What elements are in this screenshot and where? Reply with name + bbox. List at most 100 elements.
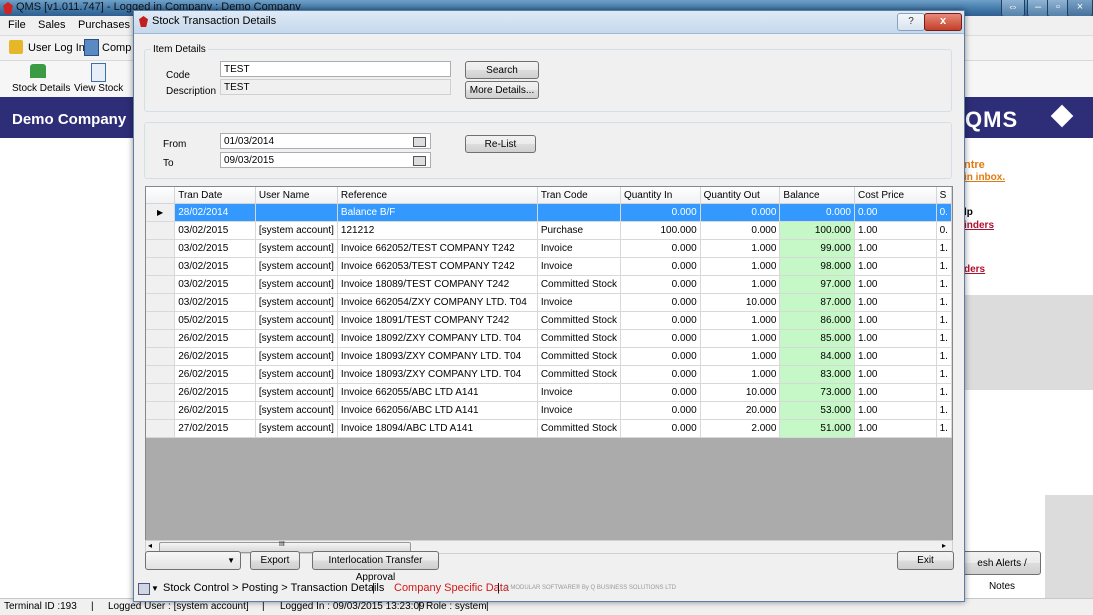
reminders-link[interactable]: inders (964, 220, 994, 231)
table-cell[interactable]: Committed Stock (537, 365, 621, 384)
table-cell[interactable]: Purchase (537, 221, 621, 240)
user-login-button[interactable]: User Log In (28, 42, 85, 54)
table-cell[interactable]: Invoice 662056/ABC LTD A141 (337, 401, 538, 420)
table-cell[interactable]: Committed Stock (537, 329, 621, 348)
table-cell[interactable] (537, 203, 621, 222)
table-cell[interactable]: 0.000 (620, 257, 701, 276)
column-header[interactable]: Tran Date (174, 187, 256, 204)
table-cell[interactable]: 97.000 (779, 275, 855, 294)
column-header[interactable]: Cost Price (854, 187, 937, 204)
relist-button[interactable]: Re-List (465, 135, 536, 153)
table-cell[interactable]: [system account] (255, 221, 338, 240)
table-cell[interactable]: 1. (936, 293, 952, 312)
table-row[interactable]: 27/02/2015 [system account] Invoice 18094/… (146, 419, 952, 438)
column-header[interactable]: Tran Code (537, 187, 621, 204)
menu-sales[interactable]: Sales (38, 19, 66, 31)
table-cell[interactable]: 1. (936, 329, 952, 348)
table-cell[interactable]: Committed Stock (537, 311, 621, 330)
table-cell[interactable]: 1.00 (854, 419, 937, 438)
table-row[interactable]: 26/02/2015 [system account] Invoice 18093/… (146, 365, 952, 384)
interlocation-transfer-button[interactable]: Interlocation Transfer Approval (312, 551, 439, 583)
menu-file[interactable]: File (8, 19, 26, 31)
table-cell[interactable]: 121212 (337, 221, 538, 240)
table-cell[interactable]: Invoice 18093/ZXY COMPANY LTD. T04 (337, 347, 538, 366)
table-cell[interactable]: 03/02/2015 (174, 257, 256, 276)
inbox-link[interactable]: in inbox. (964, 172, 1005, 183)
row-header[interactable] (146, 257, 176, 276)
table-cell[interactable]: 1. (936, 401, 952, 420)
table-cell[interactable]: Invoice (537, 383, 621, 402)
table-cell[interactable]: [system account] (255, 257, 338, 276)
table-row[interactable]: 03/02/2015 [system account] Invoice 662054… (146, 293, 952, 312)
options-dropdown[interactable]: ▼ (145, 551, 241, 570)
code-input[interactable]: TEST (220, 61, 451, 77)
table-cell[interactable]: 0.000 (620, 347, 701, 366)
table-cell[interactable]: 1. (936, 347, 952, 366)
table-row[interactable]: 03/02/2015 [system account] Invoice 662052… (146, 239, 952, 258)
row-header[interactable] (146, 383, 176, 402)
table-cell[interactable]: 85.000 (779, 329, 855, 348)
restore-icon[interactable]: ⇔ (1001, 0, 1025, 17)
table-cell[interactable]: 0.000 (620, 419, 701, 438)
table-cell[interactable]: 100.000 (779, 221, 855, 240)
printer-icon[interactable] (138, 583, 150, 595)
table-cell[interactable]: [system account] (255, 275, 338, 294)
row-header[interactable] (146, 293, 176, 312)
table-cell[interactable]: 20.000 (700, 401, 781, 420)
table-cell[interactable]: 03/02/2015 (174, 239, 256, 258)
maximize-button[interactable]: ▫ (1047, 0, 1069, 17)
table-cell[interactable]: 26/02/2015 (174, 401, 256, 420)
table-cell[interactable]: 1. (936, 311, 952, 330)
table-cell[interactable]: 0.000 (620, 203, 701, 222)
table-cell[interactable]: 0. (936, 221, 952, 240)
table-cell[interactable]: 53.000 (779, 401, 855, 420)
table-cell[interactable]: [system account] (255, 347, 338, 366)
from-date-picker[interactable]: 01/03/2014 (220, 133, 431, 149)
table-cell[interactable]: 2.000 (700, 419, 781, 438)
table-cell[interactable] (255, 203, 338, 222)
table-cell[interactable]: 1.00 (854, 383, 937, 402)
table-cell[interactable]: [system account] (255, 329, 338, 348)
column-header[interactable]: Quantity In (620, 187, 701, 204)
row-header[interactable] (146, 329, 176, 348)
table-cell[interactable]: 05/02/2015 (174, 311, 256, 330)
table-cell[interactable]: 1.000 (700, 311, 781, 330)
column-header[interactable]: User Name (255, 187, 338, 204)
to-date-picker[interactable]: 09/03/2015 (220, 152, 431, 168)
table-cell[interactable]: 0.000 (620, 365, 701, 384)
table-cell[interactable]: [system account] (255, 383, 338, 402)
table-cell[interactable]: [system account] (255, 365, 338, 384)
table-cell[interactable]: 1. (936, 419, 952, 438)
table-cell[interactable]: 03/02/2015 (174, 221, 256, 240)
table-cell[interactable]: 1.00 (854, 275, 937, 294)
row-header[interactable] (146, 275, 176, 294)
table-cell[interactable]: 0.000 (620, 401, 701, 420)
table-cell[interactable]: 0. (936, 203, 952, 222)
table-cell[interactable]: Invoice 662054/ZXY COMPANY LTD. T04 (337, 293, 538, 312)
table-cell[interactable]: Balance B/F (337, 203, 538, 222)
table-cell[interactable]: 10.000 (700, 293, 781, 312)
table-cell[interactable]: 0.000 (620, 275, 701, 294)
table-cell[interactable]: 1.000 (700, 239, 781, 258)
table-row[interactable]: 26/02/2015 [system account] Invoice 18093/… (146, 347, 952, 366)
table-cell[interactable]: [system account] (255, 311, 338, 330)
table-cell[interactable]: [system account] (255, 293, 338, 312)
table-cell[interactable]: 99.000 (779, 239, 855, 258)
row-header[interactable] (146, 311, 176, 330)
table-row[interactable]: 26/02/2015 [system account] Invoice 18092/… (146, 329, 952, 348)
table-cell[interactable]: 1.000 (700, 257, 781, 276)
table-cell[interactable]: 1.00 (854, 365, 937, 384)
table-cell[interactable]: 51.000 (779, 419, 855, 438)
table-cell[interactable]: Invoice 662052/TEST COMPANY T242 (337, 239, 538, 258)
dialog-close-button[interactable]: x (924, 13, 962, 31)
table-cell[interactable]: 86.000 (779, 311, 855, 330)
table-row[interactable]: 26/02/2015 [system account] Invoice 662056… (146, 401, 952, 420)
table-cell[interactable]: 0.000 (620, 293, 701, 312)
table-cell[interactable]: 0.000 (620, 329, 701, 348)
table-cell[interactable]: Invoice 18092/ZXY COMPANY LTD. T04 (337, 329, 538, 348)
table-cell[interactable]: 83.000 (779, 365, 855, 384)
table-cell[interactable]: 27/02/2015 (174, 419, 256, 438)
column-header[interactable]: Quantity Out (700, 187, 781, 204)
table-cell[interactable]: Invoice 662055/ABC LTD A141 (337, 383, 538, 402)
table-cell[interactable]: 1.000 (700, 347, 781, 366)
